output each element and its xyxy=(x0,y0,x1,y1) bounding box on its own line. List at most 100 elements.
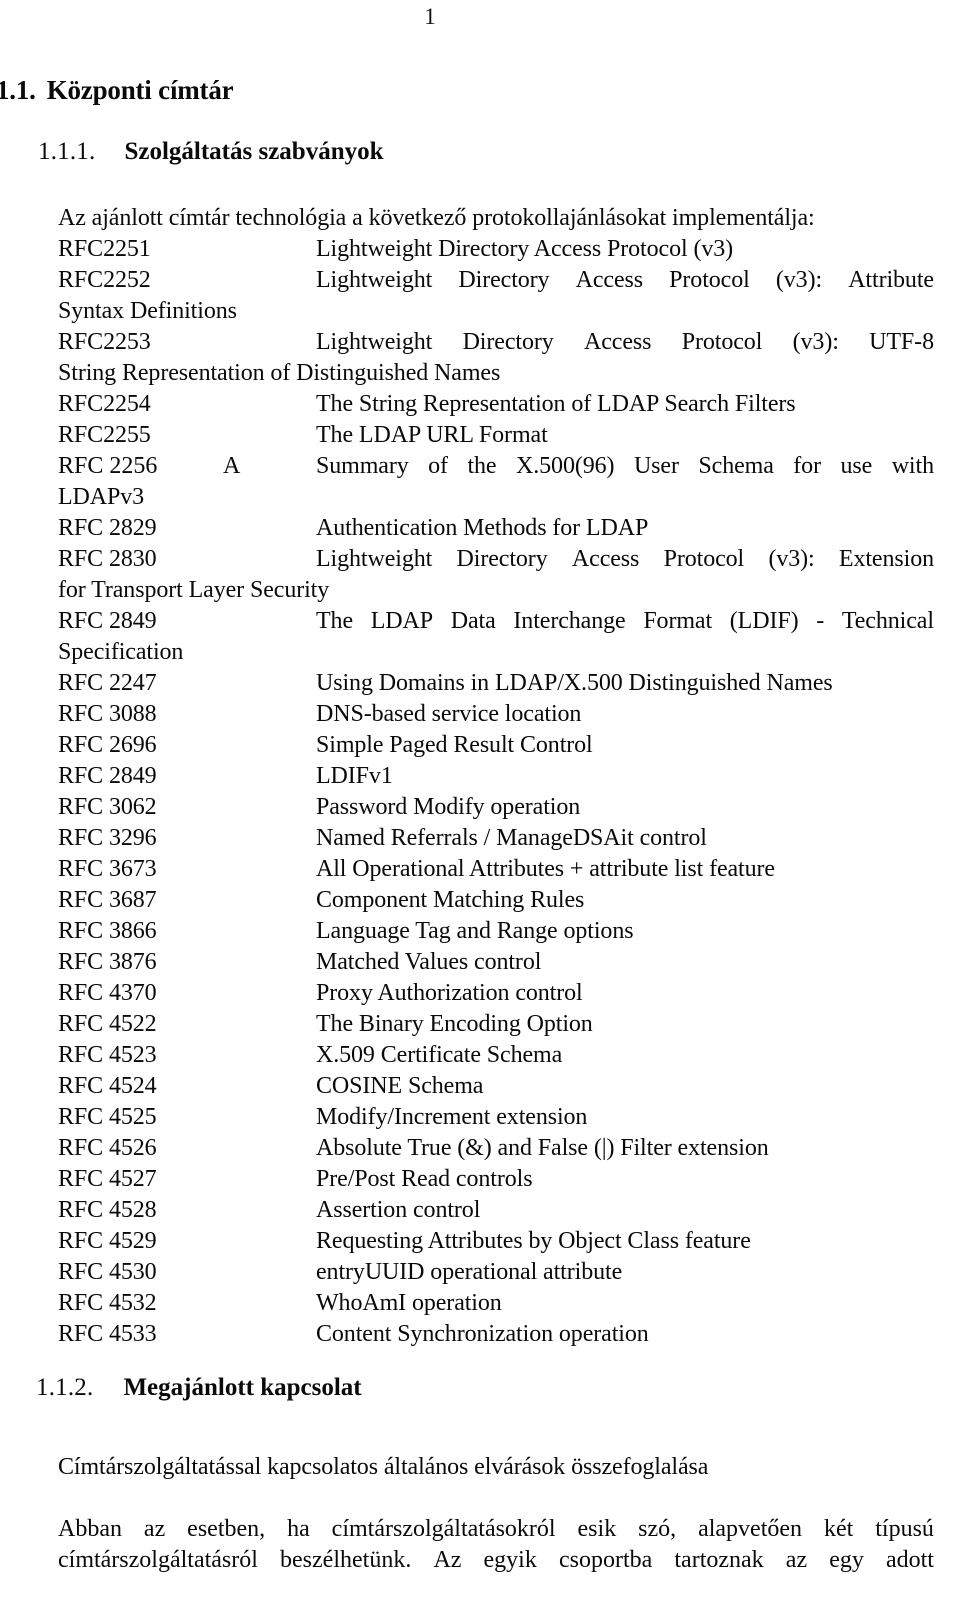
rfc-description: Lightweight Directory Access Protocol (v3): U… xyxy=(316,327,934,358)
rfc-entry: RFC 2849 The LDAP Data Interchange Format (LDI… xyxy=(58,606,934,637)
rfc-id: RFC 3062 xyxy=(58,794,157,820)
rfc-id: RFC 3687 xyxy=(58,887,157,913)
rfc-description-word: (LDIF) xyxy=(729,608,799,634)
rfc-entry: RFC 2696 Simple Paged Result Control xyxy=(58,730,934,761)
rfc-description: All Operational Attributes + attribute l… xyxy=(316,856,775,882)
rfc-entry: RFC 3866 Language Tag and Range options xyxy=(58,916,934,947)
rfc-entry: RFC 2247 Using Domains in LDAP/X.500 Dist… xyxy=(58,668,934,699)
rfc-description-word: Protocol xyxy=(681,329,763,355)
rfc-description: Named Referrals / ManageDSAit control xyxy=(316,825,707,851)
rfc-id: RFC 4522 xyxy=(58,1011,157,1037)
rfc-list: RFC2251 Lightweight Directory Access Prot… xyxy=(58,234,934,1350)
rfc-description-word: the xyxy=(467,453,497,479)
rfc-entry: RFC 4524 COSINE Schema xyxy=(58,1071,934,1102)
rfc-id: RFC 2830 xyxy=(58,546,157,572)
rfc-entry: RFC 3687 Component Matching Rules xyxy=(58,885,934,916)
rfc-description: Password Modify operation xyxy=(316,794,581,820)
rfc-description-word: Protocol xyxy=(669,267,750,293)
closing-paragraph-line-2: címtárszolgáltatásról beszélhetünk. Az egyi… xyxy=(58,1545,934,1576)
rfc-description: Using Domains in LDAP/X.500 Distinguishe… xyxy=(316,670,833,696)
rfc-description-word: Data xyxy=(450,608,496,634)
paragraph-word: Az xyxy=(433,1547,462,1573)
rfc-description-word: LDAP xyxy=(370,608,434,634)
rfc-id: RFC 4533 xyxy=(58,1321,157,1347)
paragraph-word: egyik xyxy=(483,1547,537,1573)
rfc-description: Summary of the X.500(96) User Schema for use wit… xyxy=(316,451,934,482)
rfc-description: The Binary Encoding Option xyxy=(316,1011,593,1037)
rfc-entry: RFC 4528 Assertion control xyxy=(58,1195,934,1226)
rfc-id: RFC 3876 xyxy=(58,949,157,975)
rfc-description-word: with xyxy=(891,453,934,479)
rfc-description-word: for xyxy=(793,453,821,479)
rfc-description-word: User xyxy=(633,453,679,479)
rfc-id: RFC2254 xyxy=(58,391,151,417)
rfc-id: RFC 2849 xyxy=(58,763,157,789)
rfc-entry: RFC 2829 Authentication Methods for LDAP xyxy=(58,513,934,544)
rfc-entry: RFC 4529 Requesting Attributes by Object … xyxy=(58,1226,934,1257)
paragraph-word: beszélhetünk. xyxy=(280,1547,412,1573)
rfc-description: Pre/Post Read controls xyxy=(316,1166,533,1192)
rfc-description: Component Matching Rules xyxy=(316,887,585,913)
rfc-description-word: Access xyxy=(584,329,652,355)
subsection-heading-2-number: 1.1.2. xyxy=(36,1374,94,1401)
paragraph-word: adott xyxy=(885,1547,934,1573)
rfc-id: RFC 2849 xyxy=(58,608,157,634)
rfc-entry: RFC2255 The LDAP URL Format xyxy=(58,420,934,451)
rfc-description-word: Directory xyxy=(458,267,550,293)
subsection-heading-1-number: 1.1.1. xyxy=(38,138,96,165)
rfc-description: Lightweight Directory Access Protocol (v… xyxy=(316,236,734,262)
rfc-continuation-line: LDAPv3 xyxy=(58,484,145,510)
rfc-description: Modify/Increment extension xyxy=(316,1104,588,1130)
section-heading-number: 1.1. xyxy=(0,75,36,105)
rfc-description-word: Format xyxy=(643,608,713,634)
paragraph-word: címtárszolgáltatásról xyxy=(58,1547,258,1573)
paragraph-word: egy xyxy=(829,1547,864,1573)
rfc-description-word: Extension xyxy=(838,546,934,572)
rfc-continuation-line: for Transport Layer Security xyxy=(58,577,330,603)
rfc-description-word: Lightweight xyxy=(316,546,433,572)
rfc-description-word: - xyxy=(816,608,825,634)
rfc-description-word: (v3): xyxy=(768,546,815,572)
rfc-description: Language Tag and Range options xyxy=(316,918,634,944)
rfc-description-word: Access xyxy=(571,546,640,572)
rfc-id-cell: RFC 2256 A xyxy=(58,451,316,482)
rfc-entry: RFC 4523 X.509 Certificate Schema xyxy=(58,1040,934,1071)
intro-paragraph: Az ajánlott címtár technológia a követke… xyxy=(58,205,815,231)
rfc-entry: RFC 4532 WhoAmI operation xyxy=(58,1288,934,1319)
rfc-description: WhoAmI operation xyxy=(316,1290,502,1316)
subsection-heading-1: 1.1.1. Szolgáltatás szabványok xyxy=(38,138,384,166)
rfc-description: Authentication Methods for LDAP xyxy=(316,515,649,541)
section-heading-title: Központi címtár xyxy=(46,75,234,105)
page-number: 1 xyxy=(424,4,436,29)
rfc-description-word: Lightweight xyxy=(316,267,433,293)
rfc-description-word: (v3): xyxy=(792,329,839,355)
closing-paragraph: Abban az esetben, ha címtárszolgáltatásokról… xyxy=(58,1514,934,1576)
rfc-id: RFC 4529 xyxy=(58,1228,157,1254)
rfc-description: Assertion control xyxy=(316,1197,481,1223)
rfc-entry: RFC 2256 A Summary of the X.500(96) User Schema… xyxy=(58,451,934,482)
rfc-id: RFC 2696 xyxy=(58,732,157,758)
rfc-id: RFC 4527 xyxy=(58,1166,157,1192)
rfc-entry: RFC2253 Lightweight Directory Access Protoco… xyxy=(58,327,934,358)
rfc-id: RFC2255 xyxy=(58,422,151,448)
rfc-description-word: UTF-8 xyxy=(869,329,934,355)
paragraph-word: két xyxy=(823,1516,854,1542)
section-heading: 1.1. Központi címtár xyxy=(0,75,234,106)
rfc-description: Requesting Attributes by Object Class fe… xyxy=(316,1228,751,1254)
rfc-description: The LDAP Data Interchange Format (LDIF) - Techn… xyxy=(316,606,934,637)
paragraph-word: az xyxy=(785,1547,808,1573)
rfc-description: LDIFv1 xyxy=(316,763,393,789)
rfc-id: RFC 4530 xyxy=(58,1259,157,1285)
paragraph-word: címtárszolgáltatásokról xyxy=(331,1516,556,1542)
rfc-entry: RFC 3673 All Operational Attributes + att… xyxy=(58,854,934,885)
closing-paragraph-line-1: Abban az esetben, ha címtárszolgáltatásokról… xyxy=(58,1514,934,1545)
rfc-description: X.509 Certificate Schema xyxy=(316,1042,563,1068)
rfc-description: Lightweight Directory Access Protocol (v3): A… xyxy=(316,265,934,296)
rfc-description: The String Representation of LDAP Search… xyxy=(316,391,796,417)
subsection-heading-2-title: Megajánlott kapcsolat xyxy=(123,1374,362,1401)
rfc-description: Lightweight Directory Access Protocol (v3): E… xyxy=(316,544,934,575)
rfc-id: RFC 3296 xyxy=(58,825,157,851)
rfc-description-word: use xyxy=(840,453,873,479)
rfc-id: RFC 4523 xyxy=(58,1042,157,1068)
rfc-description: Simple Paged Result Control xyxy=(316,732,593,758)
